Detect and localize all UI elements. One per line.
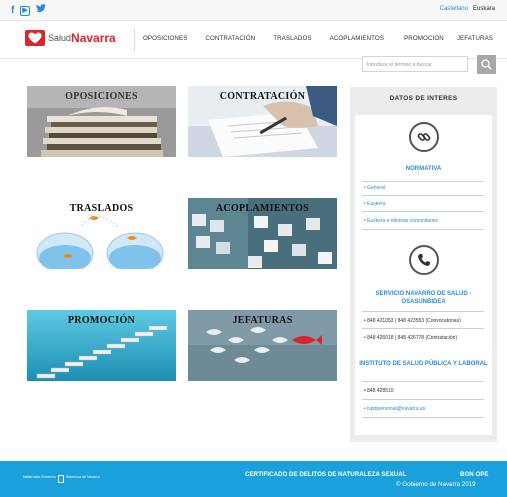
tile-label: OPOSICIONES [65,91,138,102]
nav-promocion[interactable]: PROMOCION [404,35,444,42]
tile-label: CONTRATACIÓN [219,91,306,102]
instituto-email-link[interactable]: • isplnpersonal@navarra.es [364,406,425,412]
language-switcher: Castellano Euskara [440,6,495,12]
nav-acoplamientos[interactable]: ACOPLAMIENTOS [330,35,384,42]
bon-ope-link[interactable]: BON OPE [460,471,489,478]
tile-jefaturas[interactable]: JEFATURAS [188,310,337,381]
tile-label: TRASLADOS [69,203,134,214]
heart-logo-icon [25,30,45,46]
tile-label: PROMOCIÓN [67,315,136,326]
sidebar-panel: NORMATIVA • General • Euskera • Euskera … [355,115,492,435]
normativa-link-idiomas[interactable]: • Euskera e idiomas comunitarios [364,218,438,224]
site-header: Salud Navarra OPOSICIONES CONTRATACIÓN T… [0,21,507,59]
coat-of-arms-icon [57,475,64,483]
twitter-icon[interactable] [35,4,46,17]
tile-promocion[interactable]: PROMOCIÓN [27,310,176,381]
link-icon [417,133,431,141]
lang-castellano-link[interactable]: Castellano [440,6,468,12]
social-links: f ▶ [11,4,46,17]
search-icon [481,59,492,70]
divider [362,417,484,418]
divider [362,381,484,382]
nav-jefaturas[interactable]: JEFATURAS [457,35,493,42]
instituto-phone: • 848 428510 [364,388,394,394]
salud-navarra-logo[interactable]: Salud Navarra [25,30,116,46]
nav-oposiciones[interactable]: OPOSICIONES [143,35,187,42]
sidebar-title: DATOS DE INTERES [389,95,458,102]
divider [362,311,484,312]
divider [362,229,484,230]
link-icon-circle [409,122,439,152]
gobierno-navarra-logo[interactable]: Nafarroako Gobierno Gobernua de Navarra [23,475,100,483]
nav-contratacion[interactable]: CONTRATACIÓN [205,35,255,42]
tile-oposiciones[interactable]: OPOSICIONES [27,86,176,157]
header-divider [134,29,135,51]
tile-label: JEFATURAS [232,315,293,326]
tile-traslados[interactable]: TRASLADOS [27,198,176,269]
datos-de-interes-sidebar: DATOS DE INTERES NORMATIVA • General • E… [350,87,497,442]
top-bar: f ▶ Castellano Euskara [0,0,507,21]
youtube-icon[interactable]: ▶ [20,5,30,16]
tile-acoplamientos[interactable]: ACOPLAMIENTOS [188,198,337,269]
instituto-heading: INSTITUTO DE SALUD PÚBLICA Y LABORAL [359,361,488,367]
servicio-phone-convocatorias: • 848 421053 | 848 423553 (Convocatorias… [364,318,461,324]
tile-contratacion[interactable]: CONTRATACIÓN [188,86,337,157]
logo-text-navarra: Navarra [71,31,116,45]
site-footer: Nafarroako Gobierno Gobernua de Navarra … [0,461,507,497]
logo-text-salud: Salud [48,33,72,43]
divider [362,399,484,400]
copyright-text: © Gobierno de Navarra 2019 [396,481,476,488]
divider [362,328,484,329]
normativa-heading: NORMATIVA [405,166,442,172]
certificado-link[interactable]: CERTIFICADO DE DELITOS DE NATURALEZA SEX… [245,471,406,478]
facebook-icon[interactable]: f [11,5,14,17]
divider [362,211,484,212]
nav-traslados[interactable]: TRASLADOS [273,35,311,42]
search-input[interactable]: Introduce el término a buscar [362,56,468,72]
servicio-phone-contratacion: • 848 426018 | 848 426778 (Contratación) [364,335,458,341]
phone-icon-circle [409,245,439,275]
servicio-heading: SERVICIO NAVARRO DE SALUD - OSASUNBIDEA [375,291,472,305]
divider [362,195,484,196]
phone-icon [418,254,430,266]
normativa-link-general[interactable]: • General [364,185,385,191]
divider [362,181,484,182]
tile-label: ACOPLAMIENTOS [215,203,310,214]
lang-euskara-link[interactable]: Euskara [473,6,495,12]
normativa-link-euskera[interactable]: • Euskera [364,201,385,207]
main-nav: OPOSICIONES CONTRATACIÓN TRASLADOS ACOPL… [143,35,507,42]
search-button[interactable] [477,55,496,74]
